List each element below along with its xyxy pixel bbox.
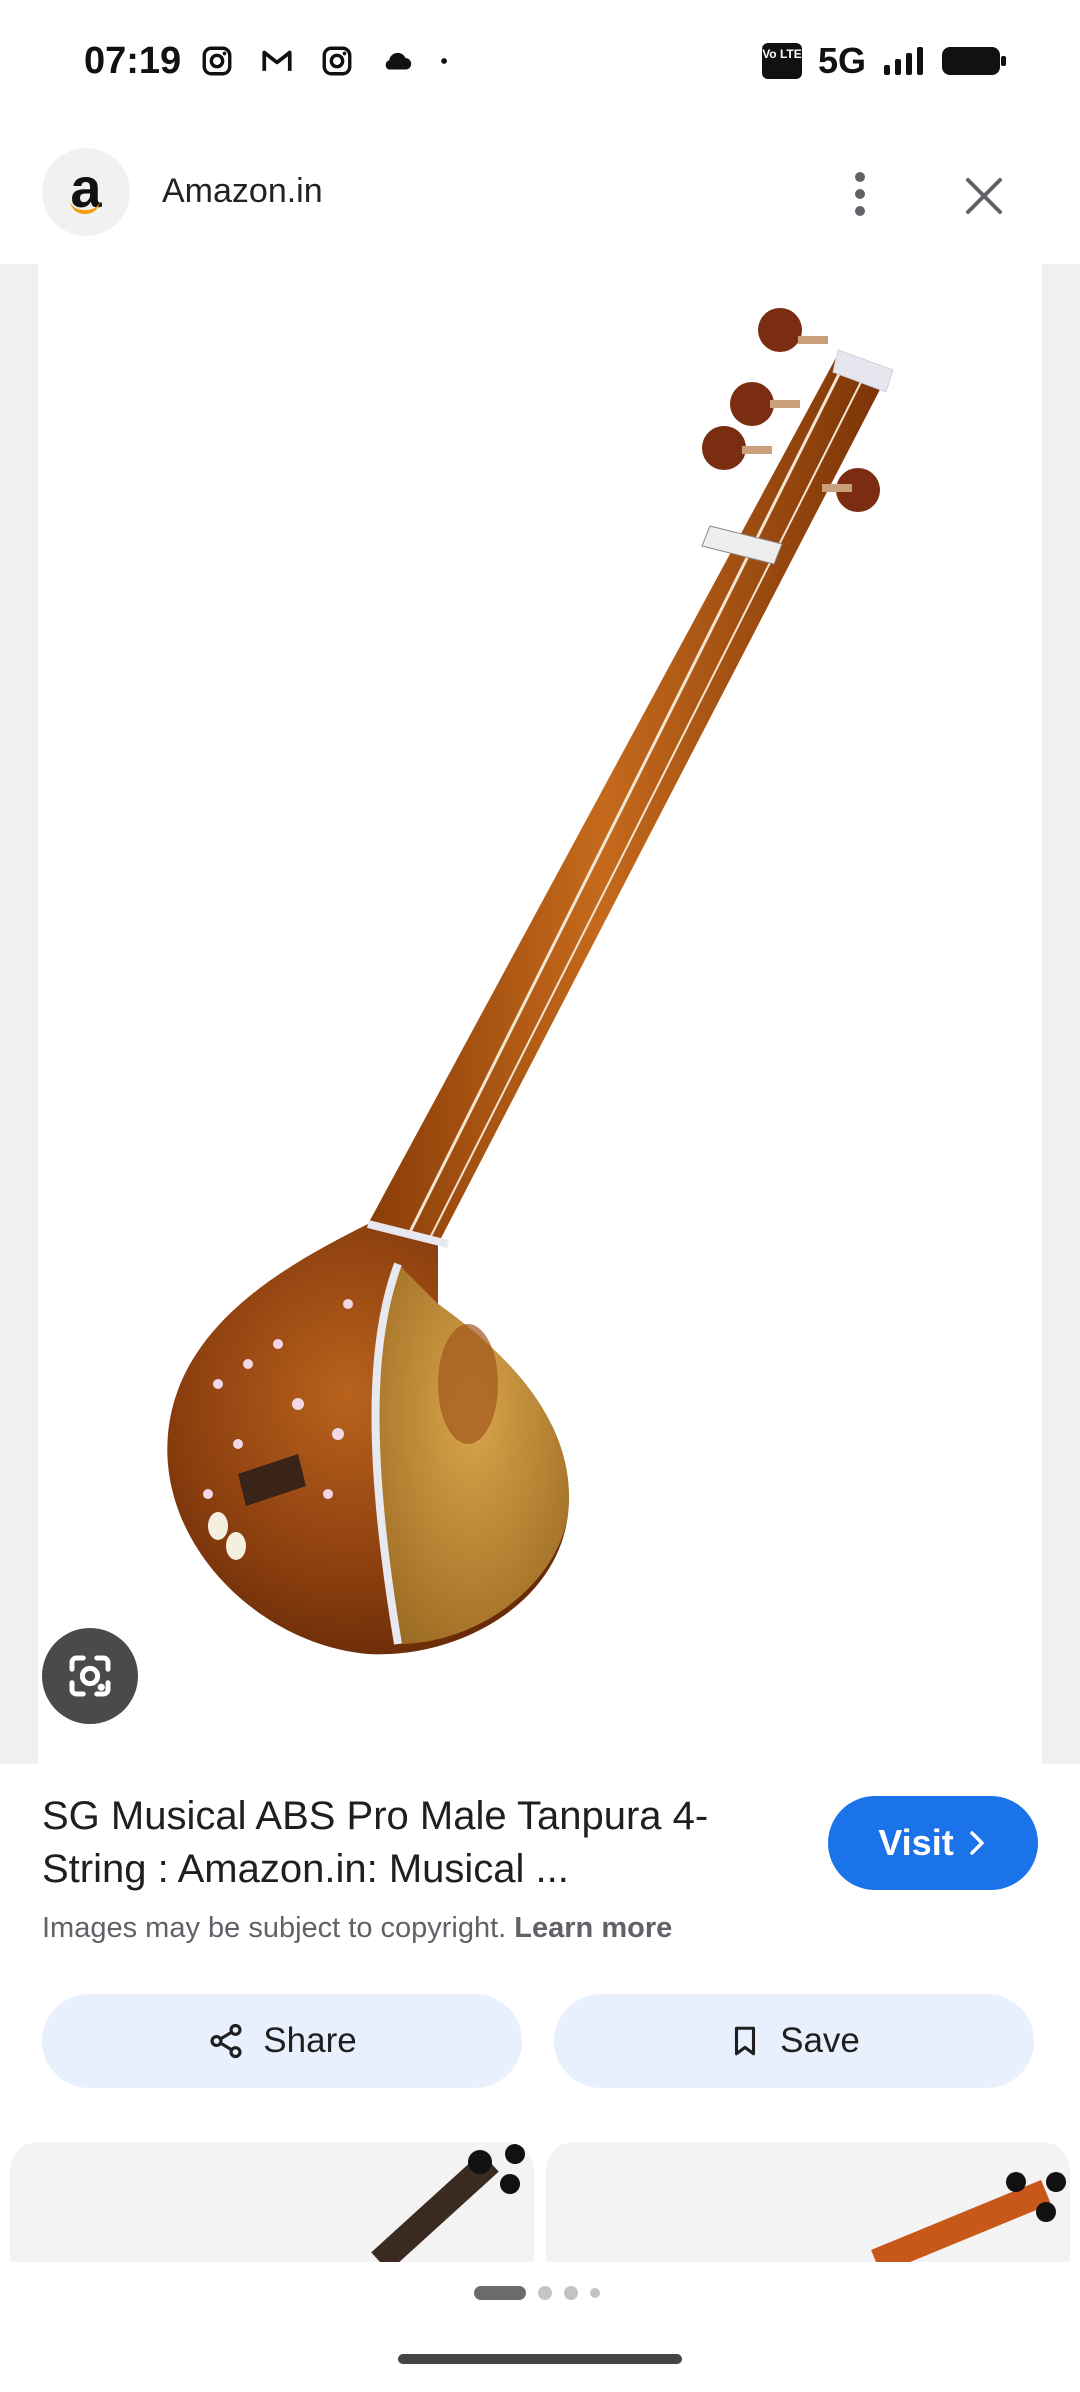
source-header: a Amazon.in (0, 126, 1080, 264)
status-bar: 07:19 Vo LTE 5G (0, 0, 1080, 126)
product-image[interactable] (38, 264, 1042, 1764)
cloud-icon (385, 52, 412, 70)
bottom-bar (0, 2262, 1080, 2392)
image-viewer[interactable] (0, 264, 1080, 1764)
learn-more-link[interactable]: Learn more (514, 1912, 672, 1944)
notification-icons (200, 44, 454, 78)
related-result-card[interactable] (546, 2142, 1070, 2262)
lens-button[interactable] (42, 1628, 138, 1724)
copyright-text: Images may be subject to copyright. (42, 1912, 507, 1944)
home-indicator[interactable] (398, 2354, 682, 2364)
related-thumbnail (371, 2144, 525, 2262)
page-indicator (474, 2286, 600, 2300)
close-icon (966, 178, 1002, 214)
visit-label: Visit (878, 1822, 954, 1863)
result-title[interactable]: SG Musical ABS Pro Male Tanpura 4-String… (42, 1790, 762, 1896)
share-icon (210, 2023, 242, 2059)
instagram-icon (322, 46, 352, 76)
instagram-icon (202, 46, 232, 76)
page-dot-active (474, 2286, 526, 2300)
dot-icon (441, 58, 447, 64)
more-options-button[interactable] (836, 170, 884, 218)
status-time: 07:19 (84, 40, 182, 82)
more-vert-icon (855, 172, 865, 216)
copyright-notice: Images may be subject to copyright. Lear… (42, 1912, 672, 1945)
share-label: Share (263, 2021, 357, 2060)
signal-icon (884, 47, 923, 75)
site-logo[interactable]: a (42, 148, 130, 236)
volte-badge: Vo LTE (761, 43, 802, 79)
page-dot (538, 2286, 552, 2300)
network-type: 5G (817, 40, 866, 81)
gmail-icon (262, 50, 292, 71)
site-name[interactable]: Amazon.in (162, 172, 323, 211)
related-thumbnail (871, 2172, 1066, 2262)
visit-button[interactable]: Visit (828, 1796, 1038, 1890)
bookmark-icon (735, 2026, 756, 2056)
page-dot (590, 2288, 600, 2298)
tanpura-illustration (167, 308, 894, 1655)
related-result-card[interactable] (10, 2142, 534, 2262)
save-label: Save (780, 2021, 860, 2060)
share-button[interactable]: Share (42, 1994, 522, 2088)
google-lens-icon (69, 1655, 111, 1697)
chevron-right-icon (969, 1831, 984, 1855)
battery-icon (942, 47, 1006, 75)
close-button[interactable] (958, 170, 1010, 222)
page-dot (564, 2286, 578, 2300)
save-button[interactable]: Save (554, 1994, 1034, 2088)
system-status: Vo LTE 5G (761, 40, 1006, 82)
